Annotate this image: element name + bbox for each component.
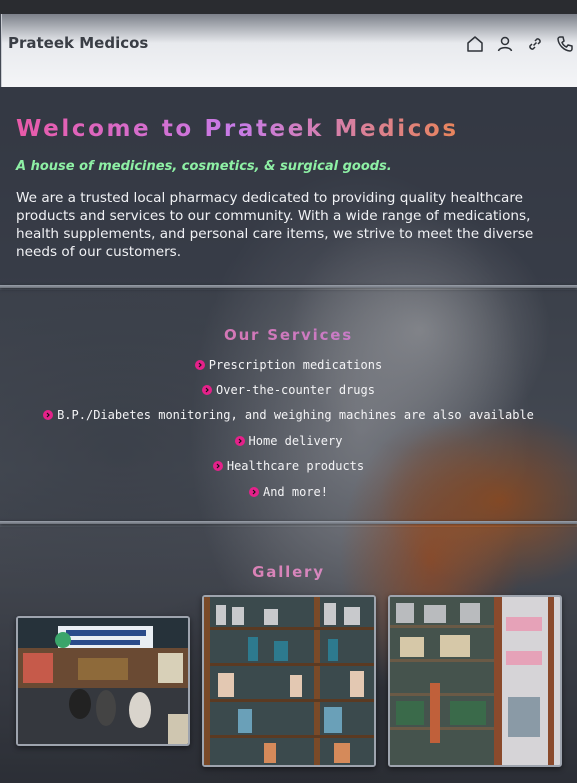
chevron-right-icon: [194, 359, 205, 370]
hero-tagline: A house of medicines, cosmetics, & surgi…: [16, 159, 392, 174]
section-divider: [0, 521, 577, 524]
service-item-label: And more!: [262, 484, 329, 499]
service-item: And more!: [0, 479, 577, 504]
link-icon[interactable]: [525, 34, 545, 54]
hero-section: Welcome to Prateek Medicos A house of me…: [0, 87, 577, 287]
services-title: Our Services: [0, 326, 577, 344]
gallery-photo-shelves[interactable]: [202, 595, 376, 767]
services-list: Prescription medications Over-the-counte…: [0, 352, 577, 504]
hero-title: Welcome to Prateek Medicos: [16, 116, 459, 142]
service-item-label: Home delivery: [248, 433, 343, 448]
service-item-label: Over-the-counter drugs: [216, 383, 375, 398]
service-item: Healthcare products: [0, 454, 577, 479]
gallery-photo-interior[interactable]: [388, 595, 562, 767]
nav-icons: [465, 34, 575, 54]
service-item-label: Healthcare products: [226, 459, 365, 474]
services-section: Our Services Prescription medications Ov…: [0, 290, 577, 523]
hero-description: We are a trusted local pharmacy dedicate…: [16, 190, 534, 260]
service-item: B.P./Diabetes monitoring, and weighing m…: [0, 403, 577, 428]
gallery-section: Gallery: [0, 527, 577, 783]
home-icon[interactable]: [465, 34, 485, 54]
phone-icon[interactable]: [555, 34, 575, 54]
brand-name[interactable]: Prateek Medicos: [8, 34, 148, 52]
chevron-right-icon: [248, 486, 259, 497]
chevron-right-icon: [234, 435, 245, 446]
service-item-label: Prescription medications: [208, 357, 383, 372]
service-item: Home delivery: [0, 428, 577, 453]
chevron-right-icon: [212, 461, 223, 472]
gallery-title: Gallery: [0, 563, 577, 581]
service-item-label: B.P./Diabetes monitoring, and weighing m…: [57, 408, 534, 423]
service-item: Over-the-counter drugs: [0, 377, 577, 402]
service-item: Prescription medications: [0, 352, 577, 377]
navbar: Prateek Medicos: [1, 14, 577, 87]
chevron-right-icon: [43, 410, 54, 421]
section-divider: [0, 285, 577, 288]
user-icon[interactable]: [495, 34, 515, 54]
gallery-photo-storefront[interactable]: [16, 616, 190, 746]
chevron-right-icon: [202, 385, 213, 396]
browser-top-strip: [0, 0, 577, 14]
